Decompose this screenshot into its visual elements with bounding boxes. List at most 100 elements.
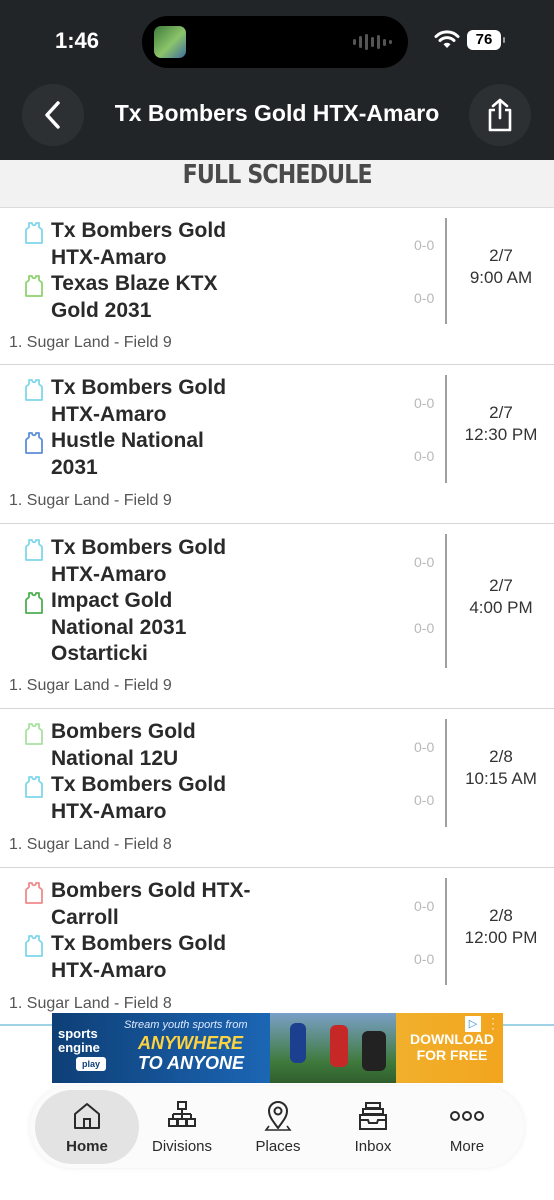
page-title: Tx Bombers Gold HTX-Amaro	[114, 100, 440, 126]
jersey-icon	[24, 222, 44, 244]
tab-label: Home	[66, 1138, 108, 1155]
team-name: Bombers Gold HTX- Carroll	[51, 879, 251, 929]
tab-places[interactable]: Places	[228, 1086, 328, 1168]
jersey-icon	[24, 275, 44, 297]
section-header: FULL SCHEDULE	[0, 160, 554, 208]
jersey-icon	[24, 592, 44, 614]
dynamic-island	[142, 16, 408, 68]
game-location: 1. Sugar Land - Field 9	[9, 334, 172, 351]
team-away[interactable]: Tx Bombers Gold HTX-Amaro	[0, 931, 251, 984]
divider	[445, 878, 447, 985]
advertisement-banner[interactable]: sports engine play Stream youth sports f…	[52, 1013, 503, 1083]
battery-indicator: 76	[467, 30, 505, 50]
score-home: 0-0	[414, 237, 435, 253]
score-home: 0-0	[414, 554, 435, 570]
team-home[interactable]: Bombers Gold HTX- Carroll	[0, 878, 251, 931]
score-away: 0-0	[414, 448, 435, 464]
share-button[interactable]	[469, 84, 531, 146]
team-home[interactable]: Tx Bombers Gold HTX-Amaro	[0, 218, 251, 271]
game-time: 4:00 PM	[469, 598, 533, 617]
game-datetime: 2/7 4:00 PM	[448, 575, 554, 619]
team-name: Impact Gold National 2031 Ostarticki	[51, 589, 187, 665]
game-row[interactable]: Bombers Gold National 12U Tx Bombers Gold…	[0, 709, 554, 868]
team-home[interactable]: Tx Bombers Gold HTX-Amaro	[0, 535, 251, 588]
team-name: Tx Bombers Gold HTX-Amaro	[51, 376, 227, 426]
team-name: Tx Bombers Gold HTX-Amaro	[51, 536, 227, 586]
team-name: Texas Blaze KTX Gold 2031	[51, 272, 218, 322]
tab-divisions[interactable]: Divisions	[132, 1086, 232, 1168]
share-icon	[488, 98, 512, 132]
game-datetime: 2/8 10:15 AM	[448, 746, 554, 790]
game-time: 12:00 PM	[464, 928, 538, 947]
score-home: 0-0	[414, 739, 435, 755]
game-time: 10:15 AM	[465, 769, 537, 788]
jersey-icon	[24, 882, 44, 904]
jersey-icon	[24, 379, 44, 401]
tab-label: More	[449, 1138, 485, 1155]
tab-home[interactable]: Home	[35, 1090, 139, 1164]
status-time: 1:46	[55, 28, 100, 53]
team-name: Tx Bombers Gold HTX-Amaro	[51, 932, 227, 982]
team-name: Bombers Gold National 12U	[51, 720, 196, 770]
game-location: 1. Sugar Land - Field 8	[9, 995, 172, 1012]
divider	[445, 218, 447, 324]
game-row[interactable]: Tx Bombers Gold HTX-Amaro Hustle National…	[0, 365, 554, 524]
team-away[interactable]: Hustle National 2031	[0, 428, 251, 481]
game-date: 2/7	[489, 403, 513, 422]
game-datetime: 2/7 12:30 PM	[448, 402, 554, 446]
ad-brand: sports engine play	[58, 1027, 118, 1071]
team-name: Tx Bombers Gold HTX-Amaro	[51, 219, 227, 269]
team-away[interactable]: Texas Blaze KTX Gold 2031	[0, 271, 251, 324]
location-pin-icon	[264, 1101, 292, 1131]
jersey-icon	[24, 776, 44, 798]
home-icon	[74, 1103, 100, 1129]
team-home[interactable]: Bombers Gold National 12U	[0, 719, 251, 772]
inbox-icon	[359, 1102, 387, 1130]
adchoices-icon[interactable]: ▷	[465, 1016, 481, 1032]
team-away[interactable]: Tx Bombers Gold HTX-Amaro	[0, 772, 251, 825]
team-name: Hustle National 2031	[51, 429, 204, 479]
app-header: 1:46 76 Tx Bombers Gold HTX-Amaro	[0, 0, 554, 160]
wifi-icon	[434, 30, 460, 48]
game-location: 1. Sugar Land - Field 8	[9, 836, 172, 853]
team-home[interactable]: Tx Bombers Gold HTX-Amaro	[0, 375, 251, 428]
tab-label: Inbox	[354, 1138, 392, 1155]
status-bar: 1:46 76	[0, 0, 554, 80]
game-row[interactable]: Bombers Gold HTX- Carroll Tx Bombers Gold…	[0, 868, 554, 1026]
tab-inbox[interactable]: Inbox	[323, 1086, 423, 1168]
ad-download-button[interactable]: DOWNLOAD FOR FREE	[404, 1031, 500, 1063]
score-away: 0-0	[414, 792, 435, 808]
game-datetime: 2/7 9:00 AM	[448, 245, 554, 289]
game-row[interactable]: Tx Bombers Gold HTX-Amaro Texas Blaze KTX…	[0, 208, 554, 365]
divider	[445, 534, 447, 668]
bracket-icon	[168, 1101, 196, 1127]
game-datetime: 2/8 12:00 PM	[448, 905, 554, 949]
jersey-icon	[24, 935, 44, 957]
ad-options-icon[interactable]: · · ·	[491, 1013, 497, 1034]
game-time: 12:30 PM	[464, 425, 538, 444]
ad-tagline: Stream youth sports from	[124, 1019, 248, 1031]
app-thumbnail-icon	[154, 26, 186, 58]
game-time: 9:00 AM	[469, 268, 533, 287]
game-date: 2/8	[489, 906, 513, 925]
schedule-list: Tx Bombers Gold HTX-Amaro Texas Blaze KTX…	[0, 208, 554, 1026]
game-date: 2/8	[489, 747, 513, 766]
ad-headline: ANYWHERE TO ANYONE	[138, 1033, 245, 1073]
game-date: 2/7	[489, 246, 513, 265]
score-away: 0-0	[414, 620, 435, 636]
tab-label: Places	[255, 1138, 301, 1155]
team-name: Tx Bombers Gold HTX-Amaro	[51, 773, 227, 823]
jersey-icon	[24, 432, 44, 454]
game-date: 2/7	[489, 576, 513, 595]
team-away[interactable]: Impact Gold National 2031 Ostarticki	[0, 588, 251, 668]
score-home: 0-0	[414, 898, 435, 914]
back-button[interactable]	[22, 84, 84, 146]
game-row[interactable]: Tx Bombers Gold HTX-Amaro Impact Gold Nat…	[0, 524, 554, 709]
ad-photo	[270, 1013, 396, 1083]
tab-more[interactable]: More	[417, 1086, 517, 1168]
jersey-icon	[24, 539, 44, 561]
tab-label: Divisions	[151, 1138, 212, 1155]
jersey-icon	[24, 723, 44, 745]
score-home: 0-0	[414, 395, 435, 411]
divider	[445, 719, 447, 827]
